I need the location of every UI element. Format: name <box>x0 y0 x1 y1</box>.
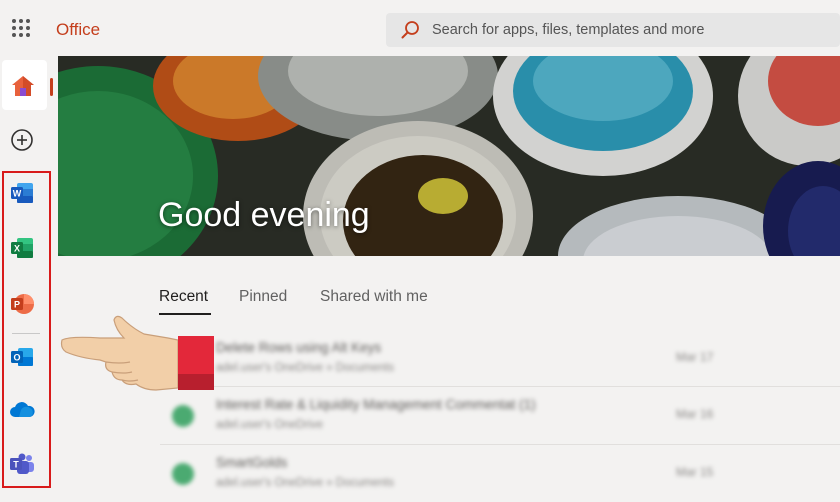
file-date: Mar 17 <box>676 350 714 364</box>
hero-banner: Good evening <box>58 56 840 256</box>
top-bar: Office Search for apps, files, templates… <box>0 0 840 56</box>
svg-text:P: P <box>14 299 20 309</box>
rail-item-word[interactable]: W <box>8 181 36 209</box>
app-launcher-icon[interactable] <box>12 19 30 37</box>
tab-pinned[interactable]: Pinned <box>239 288 287 306</box>
file-date: Mar 16 <box>676 407 714 421</box>
file-path: adel.user's OneDrive » Documents <box>216 477 394 489</box>
rail-item-create[interactable] <box>8 128 36 156</box>
file-path: adel.user's OneDrive » Documents <box>216 362 394 374</box>
rail-item-onedrive[interactable] <box>8 398 36 426</box>
file-tabs: Recent Pinned Shared with me <box>58 276 840 316</box>
search-placeholder: Search for apps, files, templates and mo… <box>432 22 705 38</box>
file-row[interactable]: Interest Rate & Liquidity Management Com… <box>160 386 840 444</box>
tab-shared-with-me[interactable]: Shared with me <box>320 288 428 306</box>
office-brand[interactable]: Office <box>56 20 100 40</box>
file-name: Delete Rows using Alt Keys <box>216 340 382 355</box>
excel-icon: X <box>10 237 34 264</box>
file-icon <box>172 463 194 485</box>
pointing-hand-icon <box>60 312 220 398</box>
rail-item-home[interactable] <box>2 60 47 110</box>
search-box[interactable]: Search for apps, files, templates and mo… <box>386 13 840 47</box>
svg-text:X: X <box>14 243 20 253</box>
svg-text:T: T <box>13 459 19 469</box>
add-icon <box>10 128 34 157</box>
apps-highlight-box <box>2 171 51 488</box>
left-app-rail: W X P O T <box>0 56 56 500</box>
word-icon: W <box>10 182 34 209</box>
svg-text:O: O <box>13 352 20 362</box>
tab-recent[interactable]: Recent <box>159 288 208 306</box>
greeting-title: Good evening <box>158 196 370 234</box>
rail-item-powerpoint[interactable]: P <box>8 292 36 320</box>
search-icon <box>400 20 420 45</box>
powerpoint-icon: P <box>10 293 34 320</box>
file-path: adel.user's OneDrive <box>216 419 324 431</box>
file-name: Interest Rate & Liquidity Management Com… <box>216 397 536 412</box>
file-date: Mar 15 <box>676 465 714 479</box>
home-icon <box>11 75 35 102</box>
teams-icon: T <box>9 453 35 480</box>
file-icon <box>172 405 194 427</box>
rail-divider <box>12 333 40 334</box>
active-indicator <box>50 78 53 96</box>
onedrive-icon <box>9 401 35 424</box>
file-row[interactable]: Delete Rows using Alt Keys adel.user's O… <box>160 330 840 388</box>
rail-item-teams[interactable]: T <box>8 452 36 480</box>
outlook-icon: O <box>10 346 34 373</box>
file-name: SmartGolds <box>216 455 288 470</box>
svg-text:W: W <box>13 188 22 198</box>
rail-item-excel[interactable]: X <box>8 236 36 264</box>
rail-item-outlook[interactable]: O <box>8 345 36 373</box>
file-row[interactable]: SmartGolds adel.user's OneDrive » Docume… <box>160 444 840 502</box>
